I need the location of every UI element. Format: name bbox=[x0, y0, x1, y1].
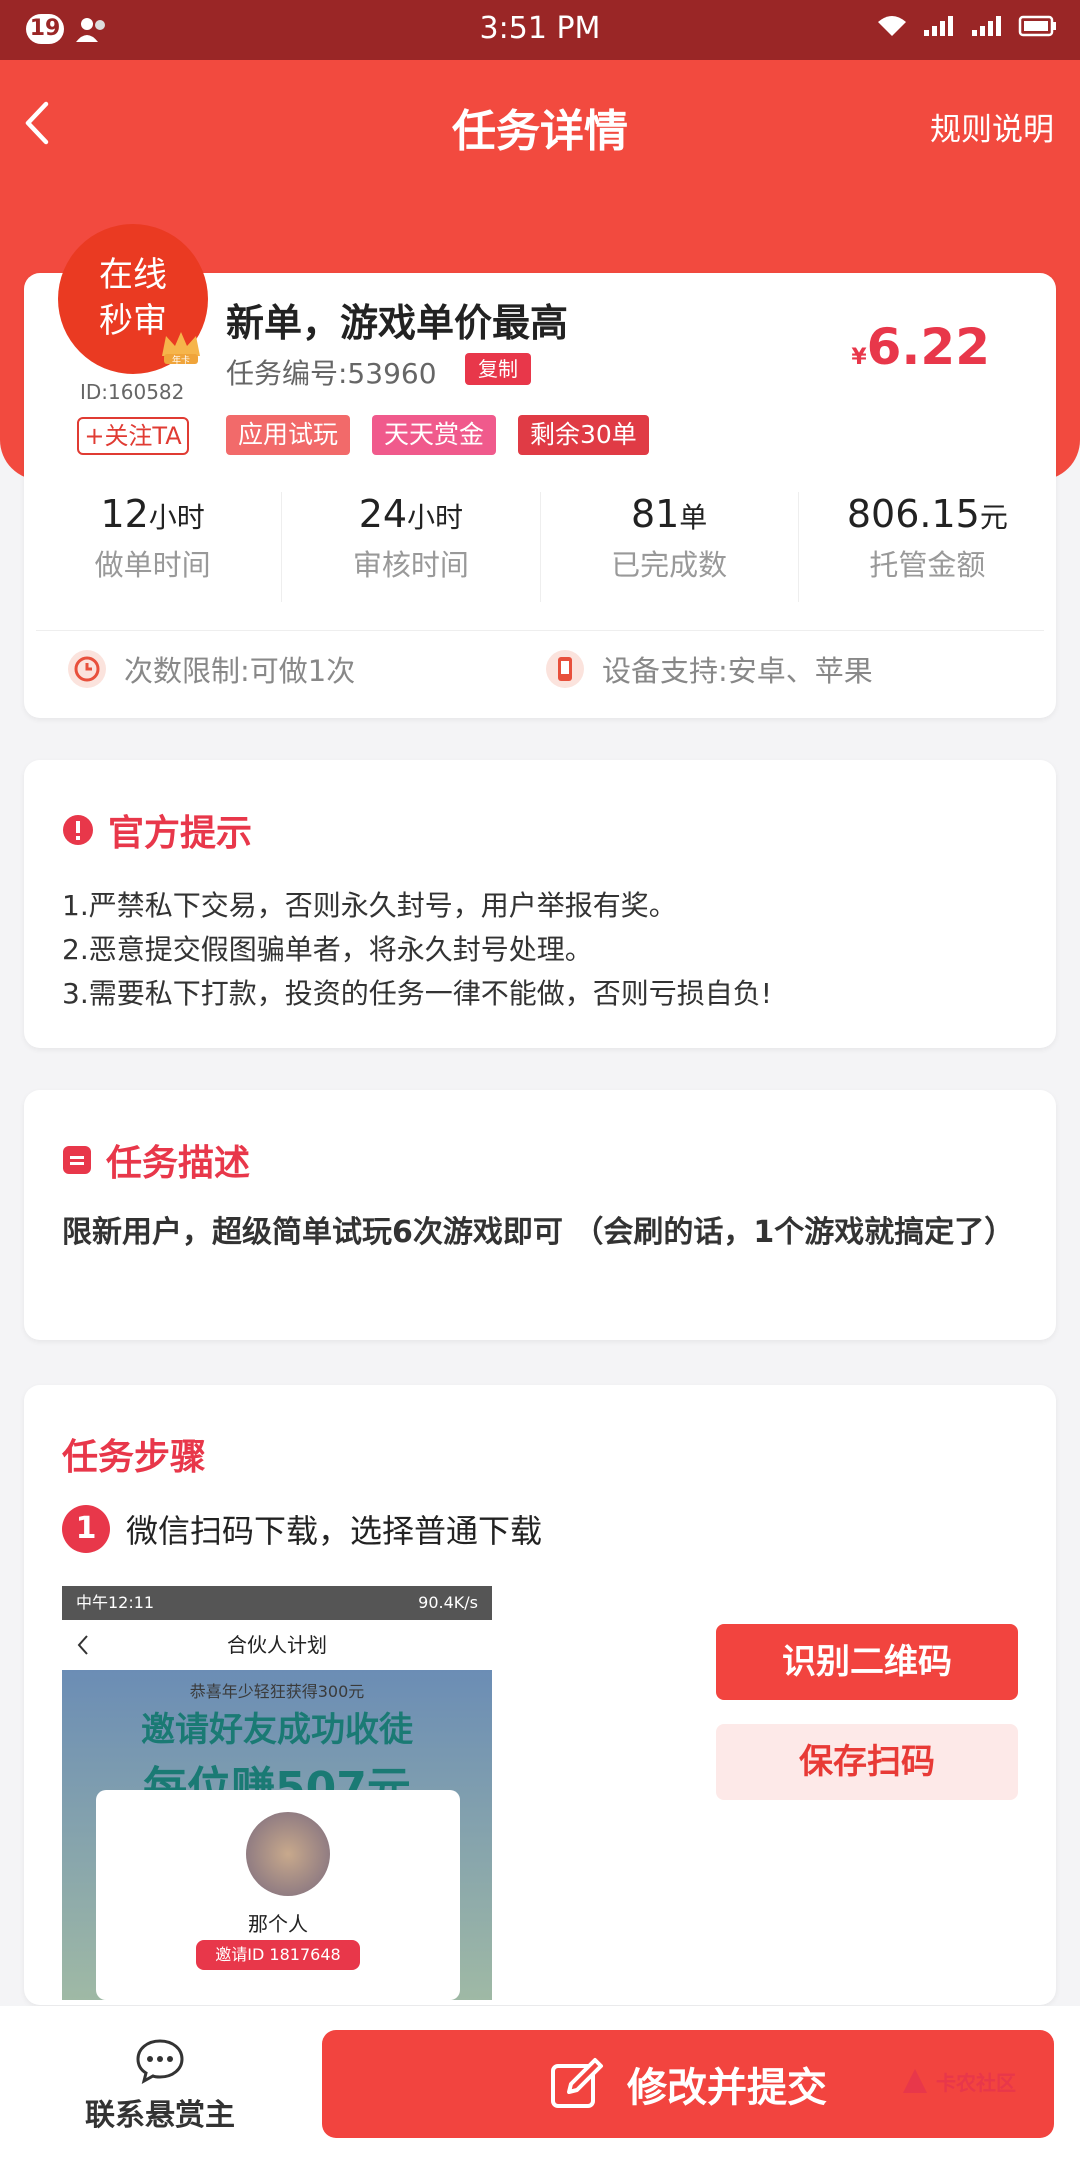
recognize-qr-button[interactable]: 识别二维码 bbox=[716, 1624, 1018, 1700]
tag-daily-reward: 天天赏金 bbox=[372, 415, 497, 455]
rules-link[interactable]: 规则说明 bbox=[930, 104, 1054, 149]
times-limit: 次数限制:可做1次 bbox=[68, 648, 355, 690]
watermark-logo-icon bbox=[903, 2069, 927, 2093]
tag-app-trial: 应用试玩 bbox=[226, 415, 351, 455]
signal-icon-2 bbox=[972, 16, 1001, 36]
notice-title: 官方提示 bbox=[62, 804, 252, 856]
stat-completed: 81单 已完成数 bbox=[541, 492, 799, 602]
crown-icon: 年卡 bbox=[162, 332, 200, 366]
document-icon bbox=[63, 1146, 91, 1174]
price-value: 6.22 bbox=[866, 318, 990, 376]
notice-line-3: 3.需要私下打款，投资的任务一律不能做，否则亏损自负! bbox=[62, 977, 772, 1010]
task-stats: 12小时 做单时间 24小时 审核时间 81单 已完成数 806.15元 托管金额 bbox=[24, 492, 1056, 602]
crown-label: 年卡 bbox=[172, 354, 190, 366]
chat-bubble-icon bbox=[136, 2039, 184, 2084]
back-arrow-icon bbox=[77, 1635, 88, 1655]
follow-button[interactable]: +关注TA bbox=[77, 417, 189, 455]
step-1: 1 微信扫码下载，选择普通下载 bbox=[62, 1505, 542, 1553]
user-name: 那个人 bbox=[248, 1912, 308, 1936]
edit-icon bbox=[551, 2058, 603, 2108]
alert-icon bbox=[63, 815, 93, 845]
contact-publisher-button[interactable]: 联系悬赏主 bbox=[80, 2038, 240, 2134]
description-text: 限新用户，超级简单试玩6次游戏即可 （会刷的话，1个游戏就搞定了） bbox=[62, 1215, 1015, 1250]
task-price: ¥6.22 bbox=[851, 318, 990, 376]
currency-symbol: ¥ bbox=[851, 345, 867, 370]
avatar-line-1: 在线 bbox=[99, 255, 167, 295]
status-bar: 19 3:51 PM bbox=[0, 0, 1080, 60]
publisher-id: ID:160582 bbox=[80, 380, 185, 404]
step-number: 1 bbox=[62, 1505, 110, 1553]
stat-work-time: 12小时 做单时间 bbox=[24, 492, 283, 602]
invite-id: 邀请ID 1817648 bbox=[196, 1940, 360, 1970]
status-indicators bbox=[876, 14, 1058, 38]
promo-line-1: 邀请好友成功收徒 bbox=[141, 1710, 413, 1750]
battery-icon bbox=[1018, 15, 1056, 37]
wifi-icon bbox=[878, 16, 906, 36]
clock-icon bbox=[68, 650, 106, 688]
step-screenshot[interactable]: 中午12:11 90.4K/s 合伙人计划 恭喜年少轻狂获得300元 邀请好友成功… bbox=[62, 1586, 492, 2000]
step-text: 微信扫码下载，选择普通下载 bbox=[126, 1512, 543, 1550]
copy-button[interactable]: 复制 bbox=[465, 353, 531, 385]
screenshot-user-card: 那个人 邀请ID 1817648 bbox=[96, 1790, 460, 2000]
task-number: 任务编号:53960 bbox=[226, 357, 437, 390]
screenshot-nav: 合伙人计划 bbox=[62, 1620, 492, 1670]
notice-line-2: 2.恶意提交假图骗单者，将永久封号处理。 bbox=[62, 933, 593, 966]
page-title: 任务详情 bbox=[452, 106, 628, 157]
user-avatar bbox=[246, 1812, 330, 1896]
steps-title: 任务步骤 bbox=[62, 1437, 207, 1478]
screenshot-status-bar: 中午12:11 90.4K/s bbox=[62, 1586, 492, 1620]
save-qr-button[interactable]: 保存扫码 bbox=[716, 1724, 1018, 1800]
description-title: 任务描述 bbox=[62, 1134, 250, 1186]
stat-review-time: 24小时 审核时间 bbox=[282, 492, 541, 602]
stat-escrow-amount: 806.15元 托管金额 bbox=[846, 492, 1008, 582]
promo-small-text: 恭喜年少轻狂获得300元 bbox=[189, 1682, 365, 1701]
watermark: 卡农社区 bbox=[900, 2066, 1016, 2096]
tag-remaining: 剩余30单 bbox=[518, 415, 649, 455]
task-name: 新单，游戏单价最高 bbox=[226, 301, 569, 345]
phone-icon bbox=[546, 650, 584, 688]
signal-icon bbox=[924, 16, 953, 36]
device-support: 设备支持:安卓、苹果 bbox=[546, 648, 873, 690]
divider bbox=[36, 630, 1044, 631]
notice-line-1: 1.严禁私下交易，否则永久封号，用户举报有奖。 bbox=[62, 889, 677, 922]
